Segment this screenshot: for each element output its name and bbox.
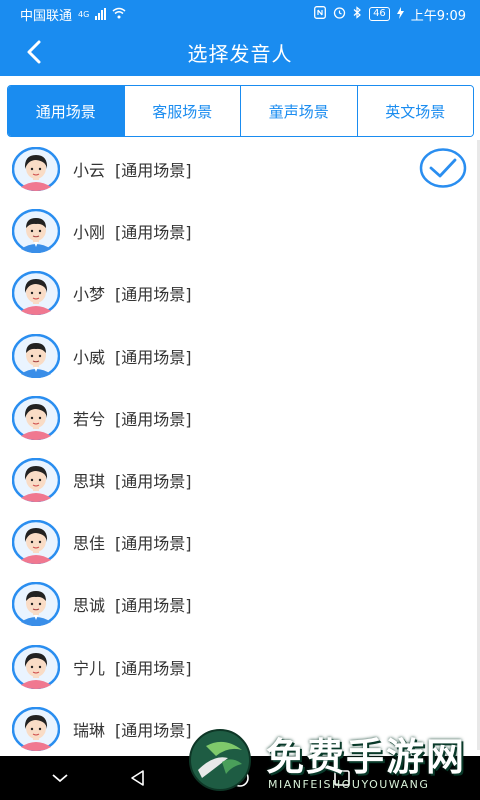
hide-nav-button[interactable]: [42, 764, 78, 792]
voice-scene-label: [通用场景]: [115, 285, 192, 305]
voice-name: 瑞琳: [73, 720, 106, 740]
voice-row[interactable]: 小威 [通用场景]: [0, 325, 480, 387]
chevron-down-icon: [52, 774, 68, 783]
nfc-icon: [314, 6, 327, 22]
voice-row[interactable]: 小梦 [通用场景]: [0, 262, 480, 324]
voice-name: 小梦: [73, 285, 106, 305]
avatar: [11, 644, 61, 689]
chevron-left-icon: [27, 40, 41, 64]
back-button[interactable]: [18, 36, 50, 68]
voice-scene-label: [通用场景]: [115, 658, 192, 678]
avatar: [11, 706, 61, 751]
voice-scene-label: [通用场景]: [115, 223, 192, 243]
avatar: [11, 458, 61, 503]
avatar: [11, 582, 61, 627]
voice-row[interactable]: 小刚 [通用场景]: [0, 200, 480, 262]
tab-general[interactable]: 通用场景: [8, 86, 124, 136]
status-bar: 中国联通 4G 46 上午9:09: [0, 0, 480, 28]
tab-customer-service[interactable]: 客服场景: [123, 86, 240, 136]
avatar: [11, 271, 61, 316]
avatar: [11, 520, 61, 565]
network-label: 4G: [78, 9, 90, 19]
battery-icon: 46: [369, 7, 390, 21]
triangle-back-icon: [131, 770, 144, 786]
site-watermark: 免费手游网 MIANFEISHOUYOUWANG: [180, 718, 480, 800]
selected-check-icon: [419, 146, 467, 190]
voice-scene-label: [通用场景]: [115, 409, 192, 429]
voice-name: 小威: [73, 347, 106, 367]
voice-name: 思琪: [73, 472, 106, 492]
clock-label: 上午9:09: [410, 8, 466, 24]
watermark-subtitle: MIANFEISHOUYOUWANG: [268, 778, 430, 791]
voice-row[interactable]: 若兮 [通用场景]: [0, 387, 480, 449]
voice-row[interactable]: 思诚 [通用场景]: [0, 573, 480, 635]
voice-list: 小云 [通用场景] 小刚 [通用场景] 小梦 [通用场景] 小威 [通用场景] 若兮 [通…: [0, 138, 480, 756]
watermark-title: 免费手游网: [266, 734, 467, 779]
voice-row[interactable]: 小云 [通用场景]: [0, 138, 480, 200]
voice-scene-label: [通用场景]: [115, 347, 192, 367]
voice-name: 思诚: [73, 596, 106, 616]
voice-row[interactable]: 思佳 [通用场景]: [0, 511, 480, 573]
voice-name: 小云: [73, 161, 106, 181]
bluetooth-icon: [353, 6, 362, 22]
voice-row[interactable]: 宁儿 [通用场景]: [0, 636, 480, 698]
scene-tabs: 通用场景 客服场景 童声场景 英文场景: [7, 85, 474, 137]
tab-child-voice[interactable]: 童声场景: [240, 86, 357, 136]
carrier-label: 中国联通: [20, 8, 73, 24]
tab-english[interactable]: 英文场景: [356, 86, 473, 136]
app-bar: 选择发音人: [0, 28, 480, 76]
page-title: 选择发音人: [187, 41, 293, 66]
voice-scene-label: [通用场景]: [115, 472, 192, 492]
charging-icon: [396, 6, 404, 22]
back-nav-button[interactable]: [120, 764, 156, 792]
signal-icon: [95, 8, 107, 20]
alarm-icon: [333, 6, 346, 22]
voice-name: 思佳: [73, 534, 106, 554]
avatar: [11, 209, 61, 254]
voice-name: 宁儿: [73, 658, 106, 678]
avatar: [11, 395, 61, 440]
voice-name: 若兮: [73, 409, 106, 429]
avatar: [11, 333, 61, 378]
voice-name: 小刚: [73, 223, 106, 243]
watermark-logo-icon: [189, 729, 251, 791]
voice-scene-label: [通用场景]: [115, 596, 192, 616]
voice-row[interactable]: 思琪 [通用场景]: [0, 449, 480, 511]
voice-scene-label: [通用场景]: [115, 161, 192, 181]
wifi-icon: [112, 7, 126, 22]
avatar: [11, 147, 61, 192]
voice-scene-label: [通用场景]: [115, 534, 192, 554]
